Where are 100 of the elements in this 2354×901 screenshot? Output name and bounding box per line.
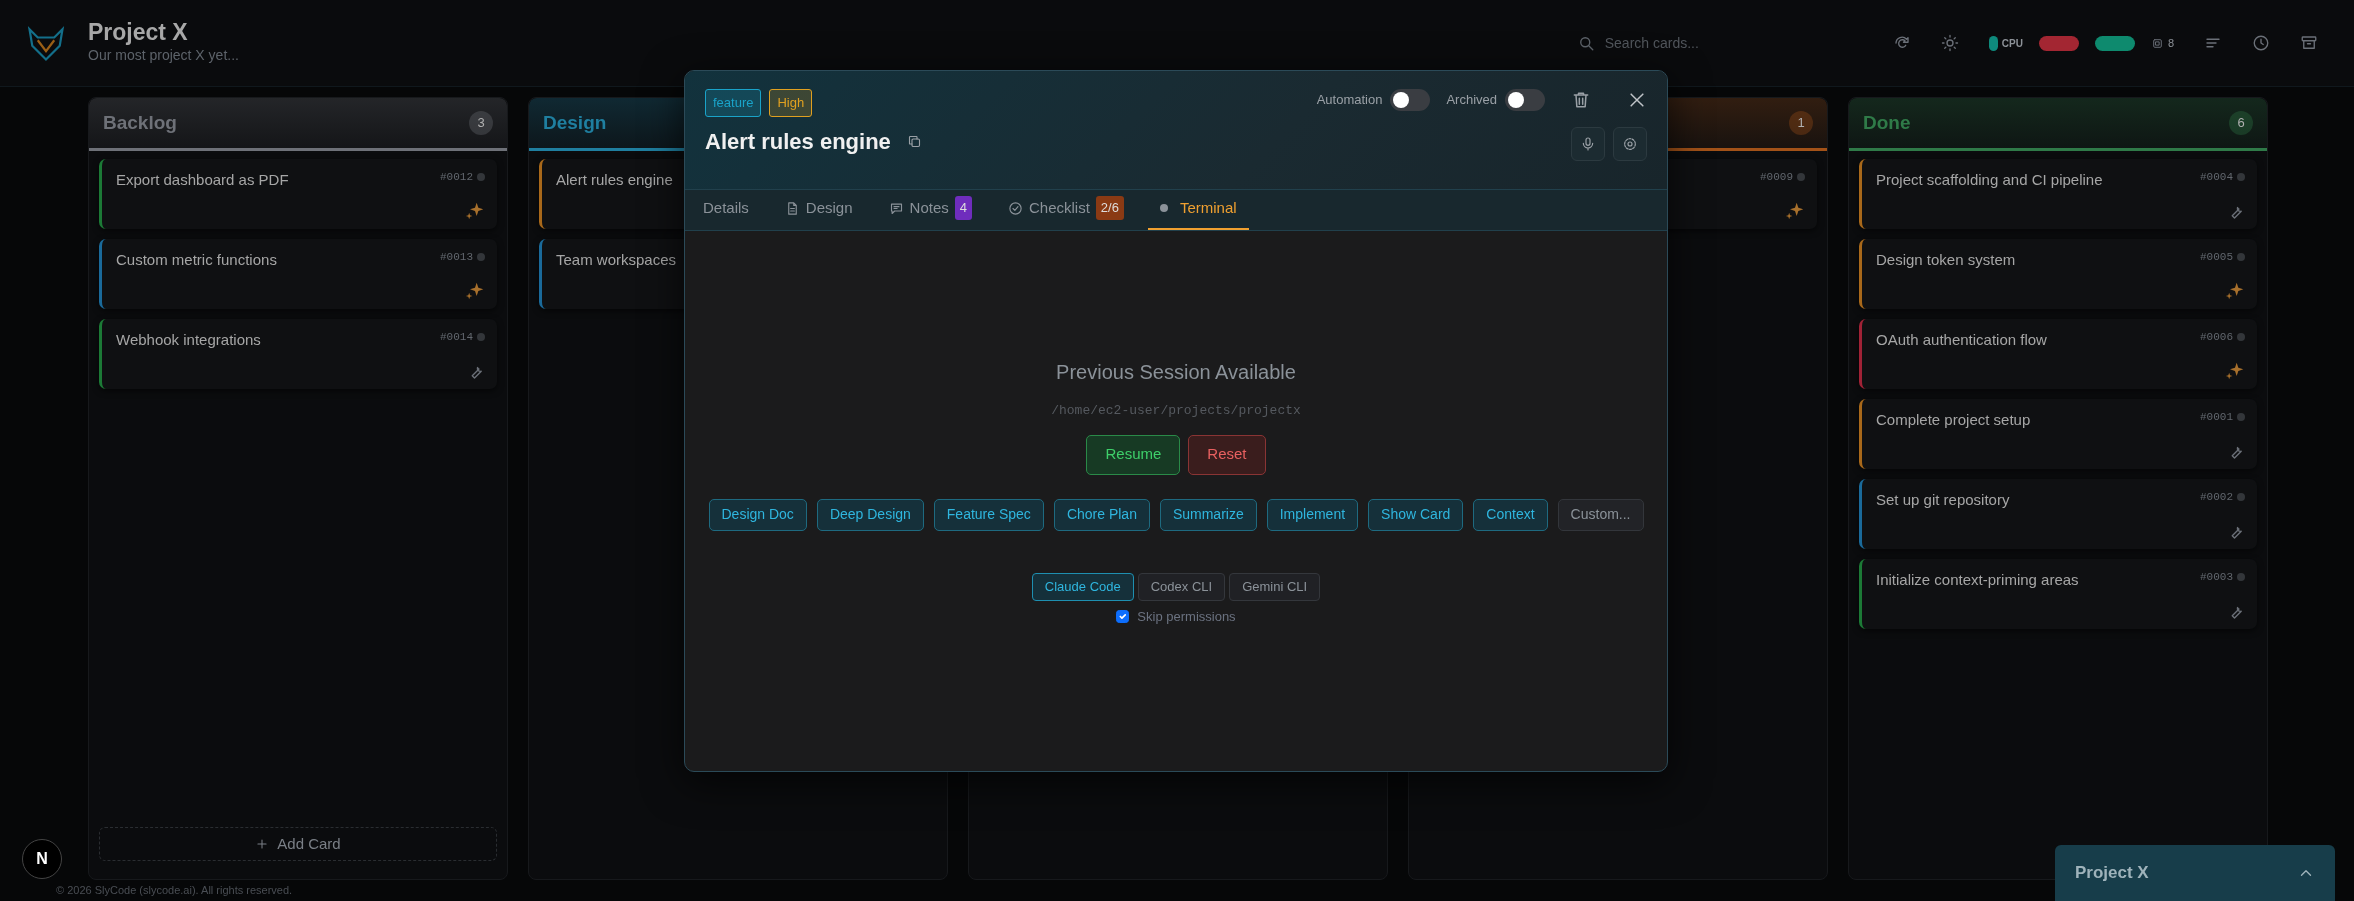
prompt-button[interactable]: Summarize (1159, 498, 1257, 531)
sun-icon[interactable] (1940, 34, 1959, 52)
status-label: CPU (2001, 36, 2023, 51)
card-title: Complete project setup (1876, 410, 2031, 430)
sparkle-icon (1785, 201, 1805, 221)
toggle-switch[interactable] (1390, 89, 1431, 111)
sparkle-icon (465, 281, 485, 301)
card-id: #0012 (440, 170, 473, 185)
card-id: #0005 (2200, 250, 2233, 265)
card-title: Webhook integrations (116, 330, 261, 350)
card-title: Alert rules engine (705, 127, 891, 156)
search-field[interactable]: Search cards... (1602, 31, 1863, 55)
column-title: Done (1863, 110, 1911, 135)
dev-badge[interactable]: N (22, 839, 62, 879)
modal-tab[interactable]: Terminal (1147, 188, 1249, 230)
task-card[interactable]: Initialize context-priming areas #0003 (1859, 559, 2257, 629)
card-title: Custom metric functions (116, 250, 277, 270)
sparkle-icon (2225, 281, 2245, 301)
status-dot (477, 173, 485, 182)
prompt-button[interactable]: Deep Design (816, 498, 924, 531)
column-title: Design (543, 110, 607, 135)
card-title: OAuth authentication flow (1876, 330, 2047, 350)
status-dot (477, 333, 485, 342)
card-title: Project scaffolding and CI pipeline (1876, 170, 2103, 190)
dock-panel[interactable]: Project X (2055, 845, 2335, 901)
card-title: Set up git repository (1876, 490, 2010, 510)
count-badge: 4 (954, 196, 972, 220)
toggle-label: Archived (1446, 91, 1497, 110)
app-title: Project X (88, 19, 189, 46)
status-dot (2237, 253, 2245, 262)
trash-icon[interactable] (1571, 90, 1591, 110)
prompt-button[interactable]: Show Card (1368, 498, 1464, 531)
app-subtitle: Our most project X yet... (88, 46, 239, 66)
chip-icon (2150, 36, 2164, 50)
agent-option[interactable]: Codex CLI (1137, 572, 1226, 601)
copy-icon[interactable] (906, 133, 922, 149)
card-title: Team workspaces (556, 250, 677, 270)
prompt-button[interactable]: Chore Plan (1053, 498, 1150, 531)
check-circle-icon (1008, 200, 1023, 216)
prompt-button[interactable]: Feature Spec (933, 498, 1044, 531)
task-card[interactable]: Set up git repository #0002 (1859, 479, 2257, 549)
card-id: #0013 (440, 250, 473, 265)
toggle-label: Automation (1316, 91, 1383, 110)
add-card-button[interactable]: Add Card (99, 827, 497, 861)
status-dot-icon (1159, 204, 1168, 212)
clock-icon[interactable] (2252, 34, 2270, 52)
card-title: Design token system (1876, 250, 2016, 270)
card-title: Alert rules engine (556, 170, 673, 190)
task-card[interactable]: OAuth authentication flow #0006 (1859, 319, 2257, 389)
prompt-button[interactable]: Implement (1266, 498, 1359, 531)
agent-option[interactable]: Claude Code (1031, 572, 1134, 601)
toggle-switch[interactable] (1505, 89, 1545, 111)
prompt-button[interactable]: Custom... (1557, 498, 1644, 531)
status-dot (2237, 173, 2245, 182)
status-dot (2237, 413, 2245, 422)
dock-title: Project X (2075, 862, 2149, 885)
task-card[interactable]: Custom metric functions #0013 (99, 239, 497, 309)
card-title: Initialize context-priming areas (1876, 570, 2079, 590)
status-dot (1797, 173, 1805, 182)
tag-badge: High (769, 89, 813, 117)
resume-button[interactable]: Resume (1086, 434, 1181, 475)
working-directory: /home/ec2-user/projects/projectx (1051, 402, 1301, 420)
settings-button[interactable] (1613, 127, 1647, 161)
card-title: Export dashboard as PDF (116, 170, 289, 190)
comment-icon (888, 200, 904, 216)
plus-icon (255, 837, 270, 851)
task-card[interactable]: Webhook integrations #0014 (99, 319, 497, 389)
session-heading: Previous Session Available (1056, 360, 1296, 385)
modal-tab[interactable]: Checklist 2/6 (996, 188, 1136, 230)
card-id: #0006 (2200, 330, 2233, 345)
reset-button[interactable]: Reset (1188, 434, 1266, 475)
status-dot (2237, 493, 2245, 502)
microphone-button[interactable] (1571, 127, 1605, 161)
task-card[interactable]: Project scaffolding and CI pipeline #0004 (1859, 159, 2257, 229)
status-dot (2237, 573, 2245, 582)
settings-icon (1622, 136, 1638, 152)
modal-tab[interactable]: Notes 4 (876, 188, 984, 230)
tag-badge: feature (705, 89, 762, 117)
column-count: 6 (2229, 111, 2253, 135)
task-card[interactable]: Design token system #0005 (1859, 239, 2257, 309)
sparkle-icon (2225, 361, 2245, 381)
column-title: Backlog (103, 110, 177, 135)
card-id: #0004 (2200, 170, 2233, 185)
task-card[interactable]: Export dashboard as PDF #0012 (99, 159, 497, 229)
task-card[interactable]: Complete project setup #0001 (1859, 399, 2257, 469)
status-dot (2237, 333, 2245, 342)
prompt-button[interactable]: Context (1473, 498, 1548, 531)
card-id: #0001 (2200, 410, 2233, 425)
modal-tab[interactable]: Details (691, 188, 761, 230)
prompt-button[interactable]: Design Doc (708, 498, 807, 531)
sparkle-icon (465, 201, 485, 221)
modal-tab[interactable]: Design (772, 188, 865, 230)
column-count: 3 (469, 111, 493, 135)
skip-permissions-checkbox[interactable] (1116, 609, 1130, 623)
agent-option[interactable]: Gemini CLI (1229, 572, 1321, 601)
archive-icon[interactable] (2300, 34, 2318, 52)
card-id: #0002 (2200, 490, 2233, 505)
card-id: #0014 (440, 330, 473, 345)
count-label: 8 (2167, 35, 2174, 51)
card-id: #0003 (2200, 570, 2233, 585)
